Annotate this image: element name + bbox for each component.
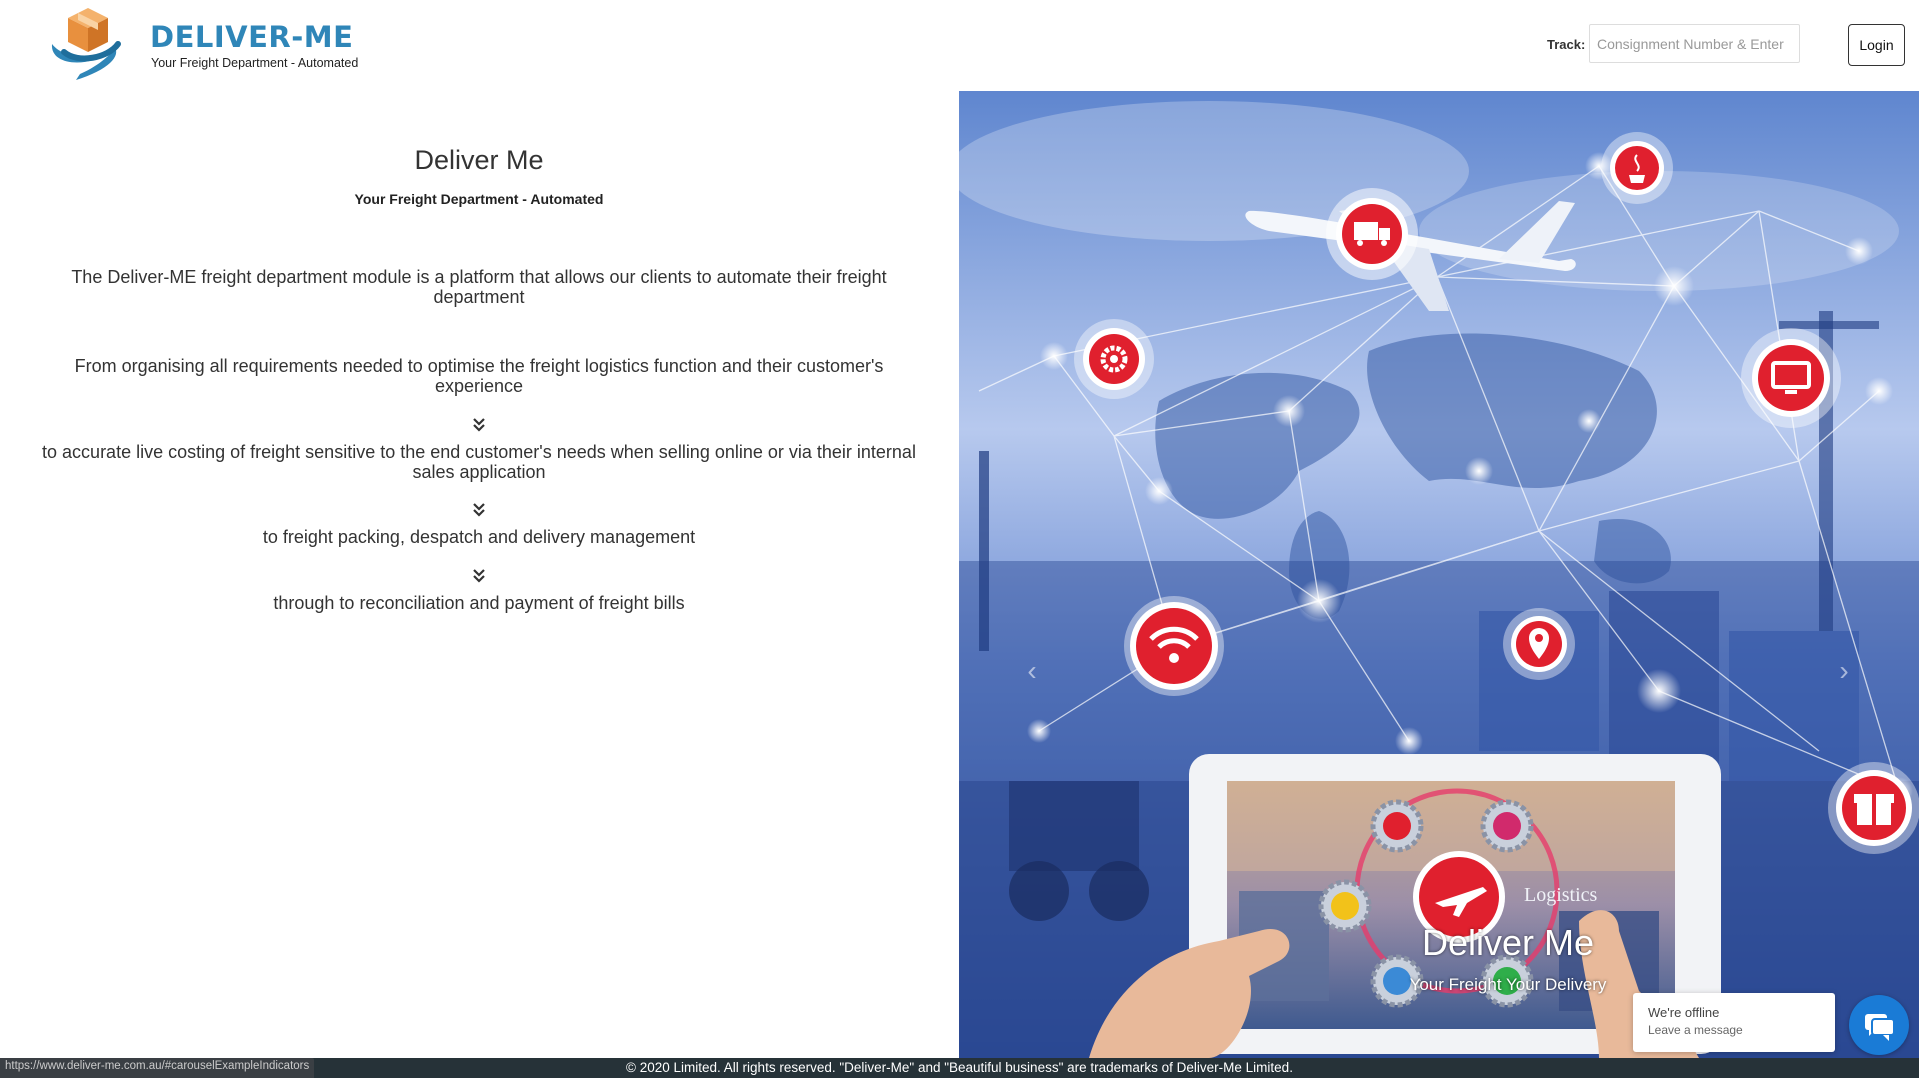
chat-launcher-button[interactable]: [1849, 995, 1909, 1055]
gear-icon: [1074, 319, 1154, 399]
double-chevron-down-icon: [473, 569, 485, 583]
login-button[interactable]: Login: [1848, 24, 1905, 66]
carousel-prev-button[interactable]: ‹: [1017, 651, 1047, 691]
wifi-icon: [1124, 596, 1224, 696]
double-chevron-down-icon: [473, 418, 485, 432]
truck-icon: [1326, 188, 1418, 280]
tablet-subtitle: Your Freight Your Delivery: [1409, 975, 1607, 994]
intro-section: Deliver Me Your Freight Department - Aut…: [0, 92, 958, 1058]
feature-paragraph: through to reconciliation and payment of…: [273, 593, 685, 613]
chat-offline-panel[interactable]: We're offline Leave a message: [1633, 993, 1835, 1052]
logistics-network-image: [959, 91, 1919, 1058]
consignment-tracking-input[interactable]: [1589, 24, 1800, 63]
page-subtitle: Your Freight Department - Automated: [354, 191, 604, 207]
chat-leave-message-link[interactable]: Leave a message: [1648, 1023, 1835, 1037]
tablet-title: Deliver Me: [1421, 922, 1595, 963]
chat-bubble-icon: [1865, 1014, 1895, 1041]
tablet-logistics-text: Logistics: [1524, 884, 1598, 906]
chat-status-text: We're offline: [1648, 1005, 1720, 1020]
box-delivery-icon: [51, 8, 121, 80]
hero-carousel[interactable]: Logistics Deliver Me Your Freight Your D…: [959, 91, 1919, 1058]
java-icon: [1601, 132, 1673, 204]
double-chevron-down-icon: [473, 503, 485, 517]
brand-name: DELIVER-ME: [150, 20, 354, 54]
page-title: Deliver Me: [414, 145, 544, 175]
feature-paragraph: to freight packing, despatch and deliver…: [262, 527, 696, 547]
brand-tagline: Your Freight Department - Automated: [151, 56, 359, 70]
logo[interactable]: DELIVER-ME Your Freight Department - Aut…: [48, 6, 358, 84]
location-pin-icon: [1503, 608, 1575, 680]
monitor-icon: [1741, 328, 1841, 428]
feature-paragraph: to accurate live costing of freight sens…: [42, 442, 916, 482]
gift-icon: [1828, 762, 1919, 854]
feature-paragraph: From organising all requirements needed …: [74, 356, 884, 396]
intro-paragraph: The Deliver-ME freight department module…: [71, 267, 887, 307]
browser-status-url: https://www.deliver-me.com.au/#carouselE…: [0, 1058, 315, 1078]
carousel-next-button[interactable]: ›: [1829, 651, 1859, 691]
track-label: Track:: [1547, 37, 1586, 52]
site-header: DELIVER-ME Your Freight Department - Aut…: [0, 0, 1919, 91]
